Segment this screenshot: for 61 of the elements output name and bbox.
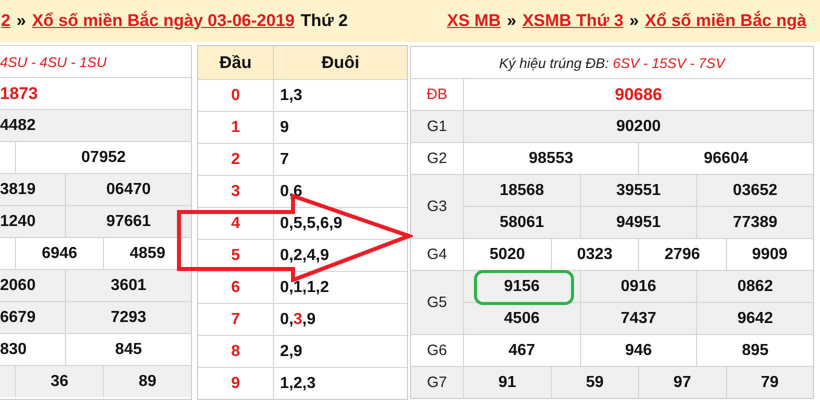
table-cell-text: 1,3 [279, 86, 304, 106]
table-cell: 6 [198, 272, 274, 303]
table-cell-text: 90200 [615, 116, 662, 136]
table-cell-text: 36 [50, 372, 70, 392]
breadcrumb-link[interactable]: Xổ số miền Bắc ngà [644, 11, 806, 31]
breadcrumb-text: Thứ 2 [300, 10, 348, 30]
table-cell: 5 [198, 240, 274, 271]
table-cell-text: 7293 [110, 308, 148, 328]
table-cell-text: 1,2,3 [279, 374, 317, 394]
prize-code-caption: Ký hiệu trúng ĐB: 6SV - 15SV - 7SV [499, 54, 725, 70]
table-cell: 79 [726, 367, 813, 398]
table-cell-text: 1873 [0, 82, 39, 104]
table-cell-text: 467 [507, 340, 536, 360]
table-cell-text: 0,2,4,9 [279, 246, 330, 266]
table-cell-text: 6946 [40, 244, 78, 264]
table-cell: 89 [103, 366, 192, 397]
table-cell-text: 07952 [80, 148, 127, 168]
column-header: Đầu [198, 46, 274, 79]
table-cell: 0 [198, 80, 274, 111]
breadcrumb-separator: » [506, 11, 516, 31]
table-cell: 1 [198, 112, 274, 143]
breadcrumb-link[interactable]: XSMB Thứ 3 [522, 11, 624, 31]
table-cell: 39551 [580, 175, 696, 206]
table-cell: 0862 [696, 271, 814, 302]
breadcrumb-link[interactable]: XS MB [447, 11, 501, 31]
column-header: Đuôi [320, 52, 360, 74]
table-cell-text: 06470 [105, 180, 152, 200]
table-cell-text: 845 [114, 340, 143, 360]
table-cell-text: 91 [497, 372, 518, 392]
table-cell-text: 18568 [498, 180, 546, 200]
table-cell-text: 2,9 [279, 342, 304, 362]
table-cell-text: 5020 [488, 244, 526, 264]
table-cell: 59 [550, 367, 638, 398]
table-cell: 7 [198, 304, 274, 335]
breadcrumb-separator: » [16, 10, 26, 30]
table-cell-text: 3601 [110, 276, 148, 296]
breadcrumb-link[interactable]: Xổ số miền Bắc ngày 03-06-2019 [32, 10, 295, 30]
table-cell: 9 [198, 368, 274, 399]
prize-label: G7 [411, 367, 464, 398]
table-cell-text: 4482 [0, 116, 37, 136]
table-cell: 9156 [464, 271, 580, 302]
table-cell-text: 0,1,1,2 [279, 278, 330, 298]
table-cell: 3 [198, 176, 274, 207]
table-cell: 97 [638, 367, 726, 398]
table-cell: 2 [198, 144, 274, 175]
table-cell-text: 0,5,5,6,9 [279, 214, 344, 234]
table-cell-text: 7 [279, 150, 290, 170]
breadcrumb-link[interactable]: 2 [1, 10, 10, 30]
breadcrumb-separator: » [629, 11, 639, 31]
table-cell: 03652 [696, 175, 814, 206]
table-cell: 8 [198, 336, 274, 367]
table-cell-text: 98553 [528, 148, 574, 168]
table-cell-text: 58061 [498, 212, 546, 232]
table-cell-text: 4506 [503, 308, 541, 328]
table-cell: 4 [198, 208, 274, 239]
table-cell-text: 9 [279, 118, 290, 138]
table-cell: 0916 [580, 271, 696, 302]
table-cell-text: 90686 [614, 84, 664, 106]
table-cell-text: 0,3,9 [279, 310, 317, 330]
prize-code: 4SU - 4SU - 1SU [0, 54, 107, 70]
table-cell-text: 97661 [105, 212, 152, 232]
